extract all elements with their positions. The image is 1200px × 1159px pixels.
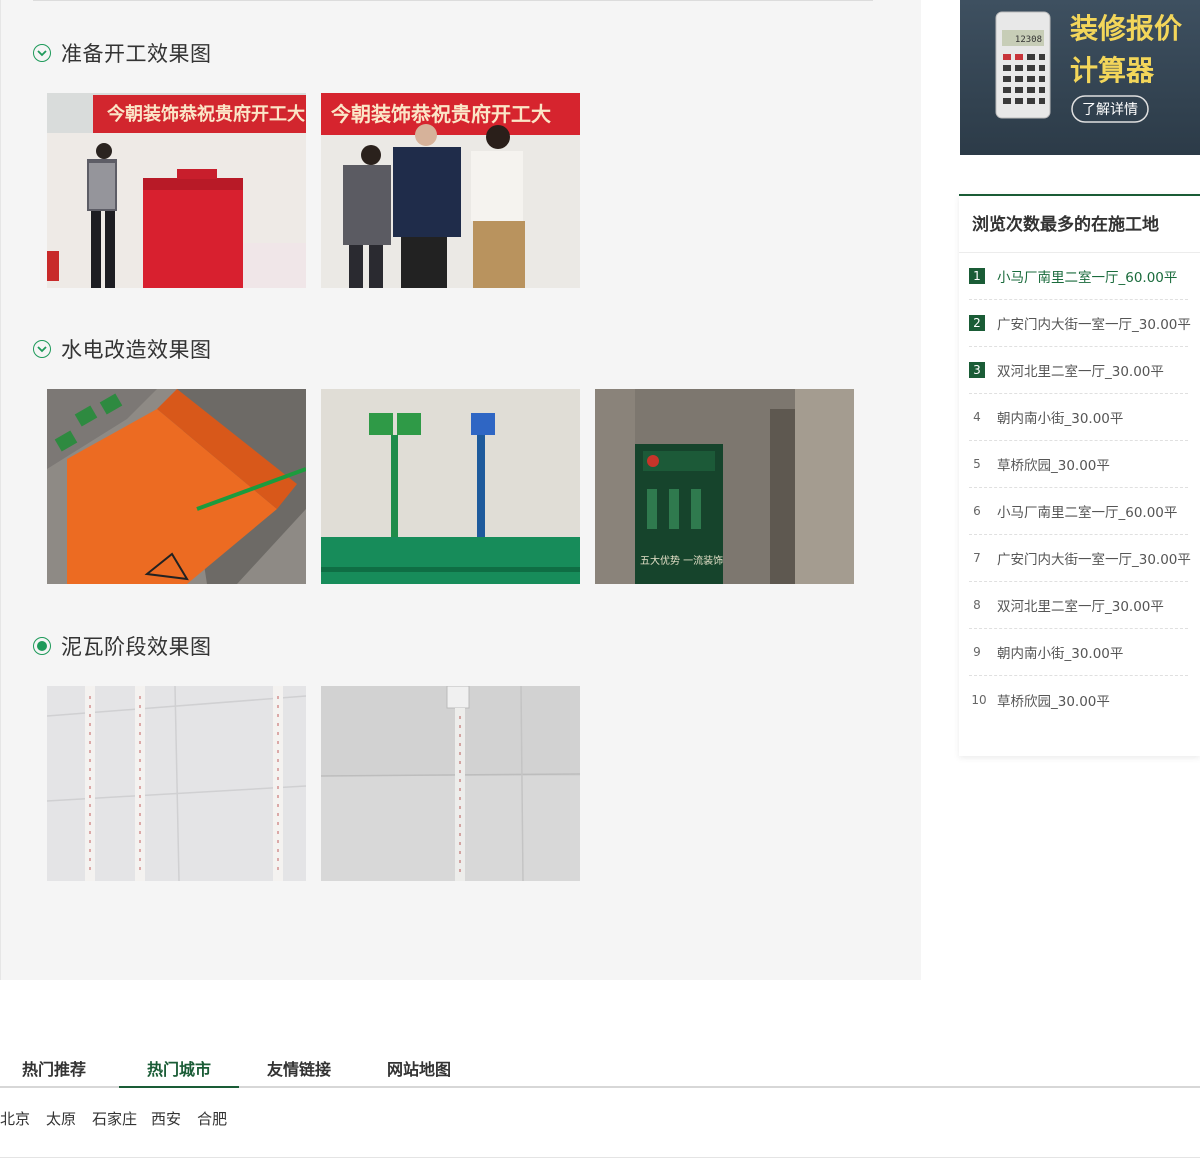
tab-sitemap[interactable]: 网站地图 [379, 1056, 459, 1088]
panel-title: 浏览次数最多的在施工地 [959, 196, 1200, 253]
tab-hot-recommend[interactable]: 热门推荐 [14, 1056, 94, 1088]
rank-number: 1 [969, 268, 985, 284]
rank-item[interactable]: 6 小马厂南里二室一厅_60.00平 [969, 488, 1188, 535]
tab-friend-links[interactable]: 友情链接 [259, 1056, 339, 1088]
rank-number: 6 [973, 504, 981, 518]
rank-item[interactable]: 8 双河北里二室一厅_30.00平 [969, 582, 1188, 629]
rank-label: 草桥欣园_30.00平 [997, 458, 1110, 474]
section-title: 水电改造效果图 [61, 338, 212, 362]
section-title: 泥瓦阶段效果图 [61, 635, 212, 659]
tab-hot-cities[interactable]: 热门城市 [119, 1056, 239, 1088]
city-link[interactable]: 太原 [46, 1108, 76, 1129]
rank-label: 朝内南小街_30.00平 [997, 646, 1124, 662]
footer-divider [0, 1157, 1200, 1158]
rank-label: 朝内南小街_30.00平 [997, 411, 1124, 427]
rank-label: 小马厂南里二室一厅_60.00平 [997, 270, 1178, 286]
rank-label: 双河北里二室一厅_30.00平 [997, 364, 1164, 380]
city-link[interactable]: 石家庄 [92, 1108, 137, 1129]
rank-item[interactable]: 9 朝内南小街_30.00平 [969, 629, 1188, 676]
main-content-panel: 准备开工效果图 今朝装饰恭祝贵府开工大 今朝装饰恭祝贵府开工大 水电改造效果图 … [0, 0, 921, 980]
section-header-tiling[interactable]: 泥瓦阶段效果图 [33, 631, 212, 661]
banner-button-text[interactable]: 了解详情 [1082, 102, 1138, 118]
radio-selected-icon [33, 637, 51, 655]
rank-number: 5 [973, 457, 981, 471]
rank-label: 草桥欣园_30.00平 [997, 693, 1110, 710]
city-link[interactable]: 北京 [0, 1108, 30, 1129]
top-viewed-sites-panel: 浏览次数最多的在施工地 1 小马厂南里二室一厅_60.00平 2 广安门内大街一… [959, 194, 1200, 756]
photo-start-2[interactable]: 今朝装饰恭祝贵府开工大 [321, 93, 580, 288]
rank-label: 广安门内大街一室一厅_30.00平 [997, 552, 1191, 568]
rank-item[interactable]: 7 广安门内大街一室一厅_30.00平 [969, 535, 1191, 582]
calculator-display: 12308 [1015, 35, 1042, 45]
rank-number: 2 [969, 315, 985, 331]
quote-calculator-banner[interactable]: 12308 装修报价 计算器 了解详情 [960, 0, 1200, 155]
rank-number: 4 [973, 410, 981, 424]
rank-number: 8 [973, 598, 981, 612]
city-links: 北京 太原 石家庄 西安 合肥 [0, 1108, 243, 1129]
photo-plumbing-2[interactable] [321, 389, 580, 584]
photo-start-1[interactable]: 今朝装饰恭祝贵府开工大 [47, 93, 306, 288]
city-link[interactable]: 西安 [151, 1108, 181, 1129]
rank-item[interactable]: 5 草桥欣园_30.00平 [969, 441, 1188, 488]
rank-number: 9 [973, 645, 981, 659]
section-header-plumbing[interactable]: 水电改造效果图 [33, 334, 212, 364]
rank-label: 广安门内大街一室一厅_30.00平 [997, 317, 1191, 333]
rank-label: 小马厂南里二室一厅_60.00平 [997, 505, 1178, 521]
photo-tiling-2[interactable] [321, 686, 580, 881]
photo-plumbing-1[interactable] [47, 389, 306, 584]
section-title: 准备开工效果图 [61, 42, 212, 66]
photo-tiling-1[interactable] [47, 686, 306, 881]
rank-item[interactable]: 4 朝内南小街_30.00平 [969, 394, 1188, 441]
rank-number: 7 [973, 551, 981, 565]
rank-item[interactable]: 10 草桥欣园_30.00平 [969, 676, 1188, 723]
banner-text: 今朝装饰恭祝贵府开工大 [331, 102, 551, 126]
banner-title-line1: 装修报价 [1070, 12, 1183, 45]
chevron-down-circle-icon [33, 44, 51, 62]
rank-item[interactable]: 2 广安门内大街一室一厅_30.00平 [969, 300, 1191, 347]
rank-number: 10 [971, 692, 987, 707]
photo-plumbing-3[interactable]: 五大优势 一流装饰 [595, 389, 854, 584]
rank-item[interactable]: 1 小马厂南里二室一厅_60.00平 [969, 253, 1188, 300]
rank-number: 3 [969, 362, 985, 378]
footer-tabs: 热门推荐 热门城市 友情链接 网站地图 [0, 1056, 1200, 1088]
rank-item[interactable]: 3 双河北里二室一厅_30.00平 [969, 347, 1188, 394]
chevron-down-circle-icon [33, 340, 51, 358]
city-link[interactable]: 合肥 [197, 1108, 227, 1129]
door-sign-text: 五大优势 一流装饰 [640, 554, 723, 567]
rank-label: 双河北里二室一厅_30.00平 [997, 599, 1164, 615]
section-header-start[interactable]: 准备开工效果图 [33, 38, 212, 68]
banner-title-line2: 计算器 [1070, 54, 1155, 87]
radio-dot [37, 641, 47, 651]
banner-text: 今朝装饰恭祝贵府开工大 [107, 103, 305, 125]
divider [33, 0, 873, 1]
